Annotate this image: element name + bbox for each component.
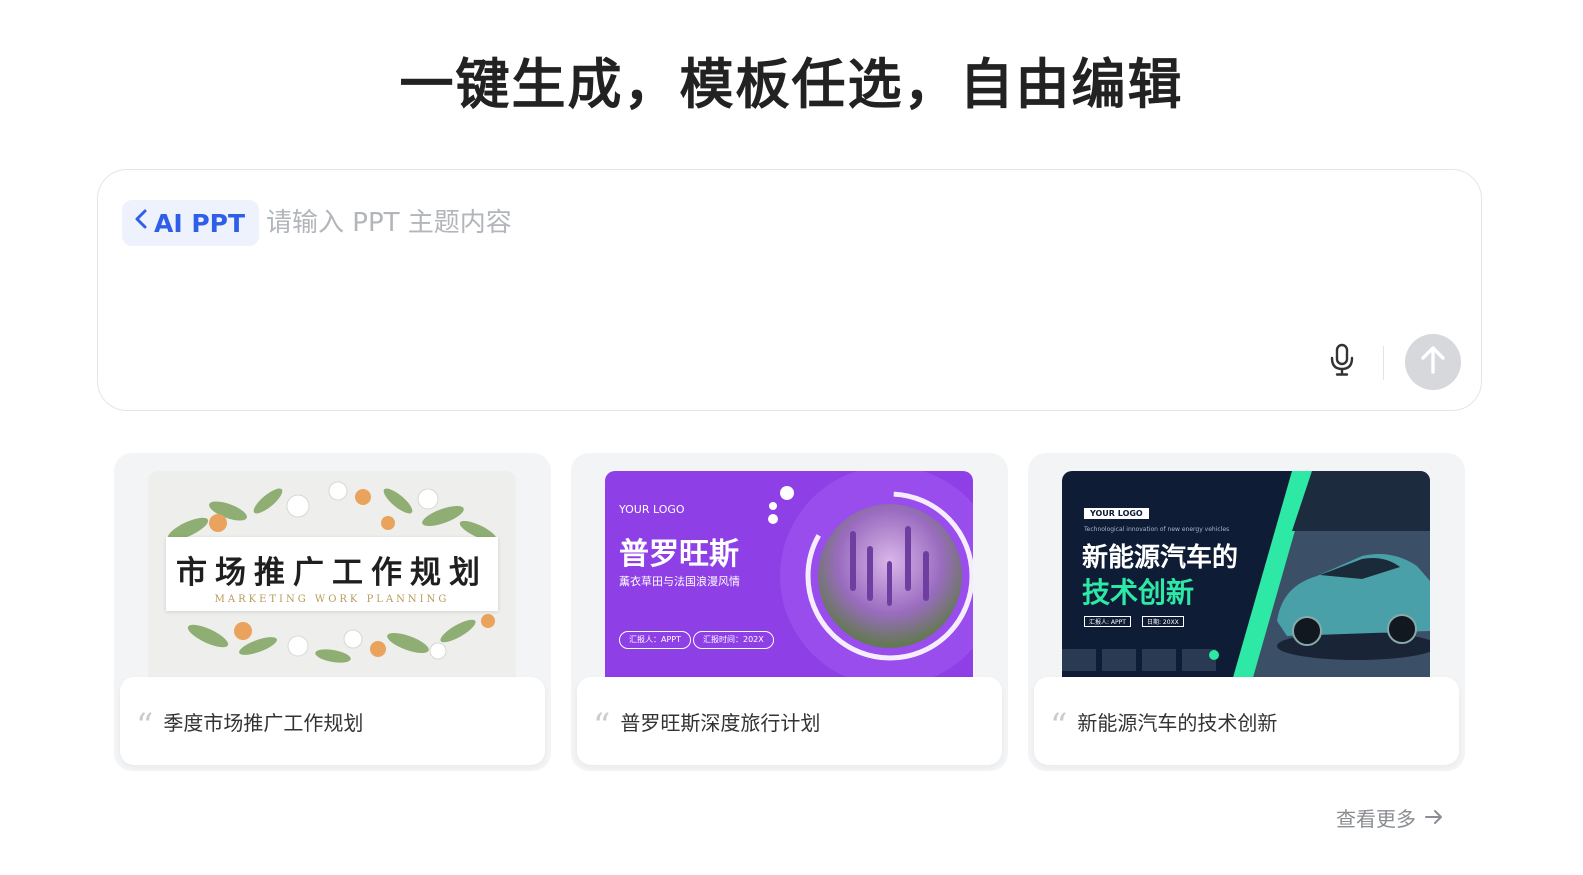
template-card-marketing[interactable]: 市场推广工作规划 MARKETING WORK PLANNING “ 季度市场推… [114, 453, 551, 771]
card-caption-text: 季度市场推广工作规划 [163, 710, 364, 735]
template-thumbnail: YOUR LOGO 普罗旺斯 薰衣草田与法国浪漫风情 汇报人：APPT 汇报时间… [605, 471, 973, 681]
prompt-input[interactable] [266, 200, 1446, 246]
toolbar-divider [1383, 346, 1384, 380]
send-button[interactable] [1405, 334, 1461, 390]
thumbnail-logo: YOUR LOGO [1084, 508, 1149, 519]
thumbnail-title-line2: 技术创新 [1082, 576, 1195, 609]
template-thumbnail: 市场推广工作规划 MARKETING WORK PLANNING [148, 471, 516, 681]
quote-icon: “ [593, 706, 611, 746]
page-title: 一键生成，模板任选，自由编辑 [399, 53, 1184, 116]
thumbnail-tag-reporter: 汇报人：APPT [619, 631, 692, 649]
arrow-up-icon [1419, 345, 1447, 379]
thumbnail-logo: YOUR LOGO [619, 503, 685, 516]
thumbnail-title-banner: 市场推广工作规划 MARKETING WORK PLANNING [166, 537, 498, 611]
thumbnail-tagline: Technological innovation of new energy v… [1084, 526, 1230, 533]
chevron-left-icon [134, 208, 148, 235]
template-thumbnail: YOUR LOGO Technological innovation of ne… [1062, 471, 1430, 681]
microphone-icon [1329, 343, 1355, 381]
template-cards: 市场推广工作规划 MARKETING WORK PLANNING “ 季度市场推… [114, 453, 1466, 771]
template-card-ev[interactable]: YOUR LOGO Technological innovation of ne… [1028, 453, 1465, 771]
card-caption: “ 普罗旺斯深度旅行计划 [577, 677, 1002, 765]
see-more-label: 查看更多 [1336, 807, 1416, 831]
card-caption-text: 普罗旺斯深度旅行计划 [620, 710, 821, 735]
voice-input-button[interactable] [1324, 342, 1360, 382]
thumbnail-title-line1: 新能源汽车的 [1082, 543, 1239, 573]
thumbnail-meta-reporter: 汇报人: APPT [1084, 616, 1131, 627]
thumbnail-tag-time: 汇报时间：202X [693, 631, 774, 649]
thumbnail-title: 市场推广工作规划 [176, 555, 488, 591]
card-caption-text: 新能源汽车的技术创新 [1077, 710, 1278, 735]
see-more-link[interactable]: 查看更多 [1336, 803, 1444, 832]
quote-icon: “ [1050, 706, 1068, 746]
thumbnail-subtitle: 薰衣草田与法国浪漫风情 [619, 575, 740, 588]
prompt-composer: AI PPT [97, 169, 1482, 411]
quote-icon: “ [136, 706, 154, 746]
thumbnail-title: 普罗旺斯 [619, 537, 739, 572]
mode-chip-label: AI PPT [154, 208, 246, 238]
arrow-right-icon [1424, 806, 1444, 830]
card-caption: “ 新能源汽车的技术创新 [1034, 677, 1459, 765]
template-card-provence[interactable]: YOUR LOGO 普罗旺斯 薰衣草田与法国浪漫风情 汇报人：APPT 汇报时间… [571, 453, 1008, 771]
card-caption: “ 季度市场推广工作规划 [120, 677, 545, 765]
thumbnail-subtitle: MARKETING WORK PLANNING [214, 594, 450, 605]
mode-chip-ai-ppt[interactable]: AI PPT [122, 200, 260, 246]
thumbnail-meta-date: 日期: 20XX [1142, 616, 1184, 627]
